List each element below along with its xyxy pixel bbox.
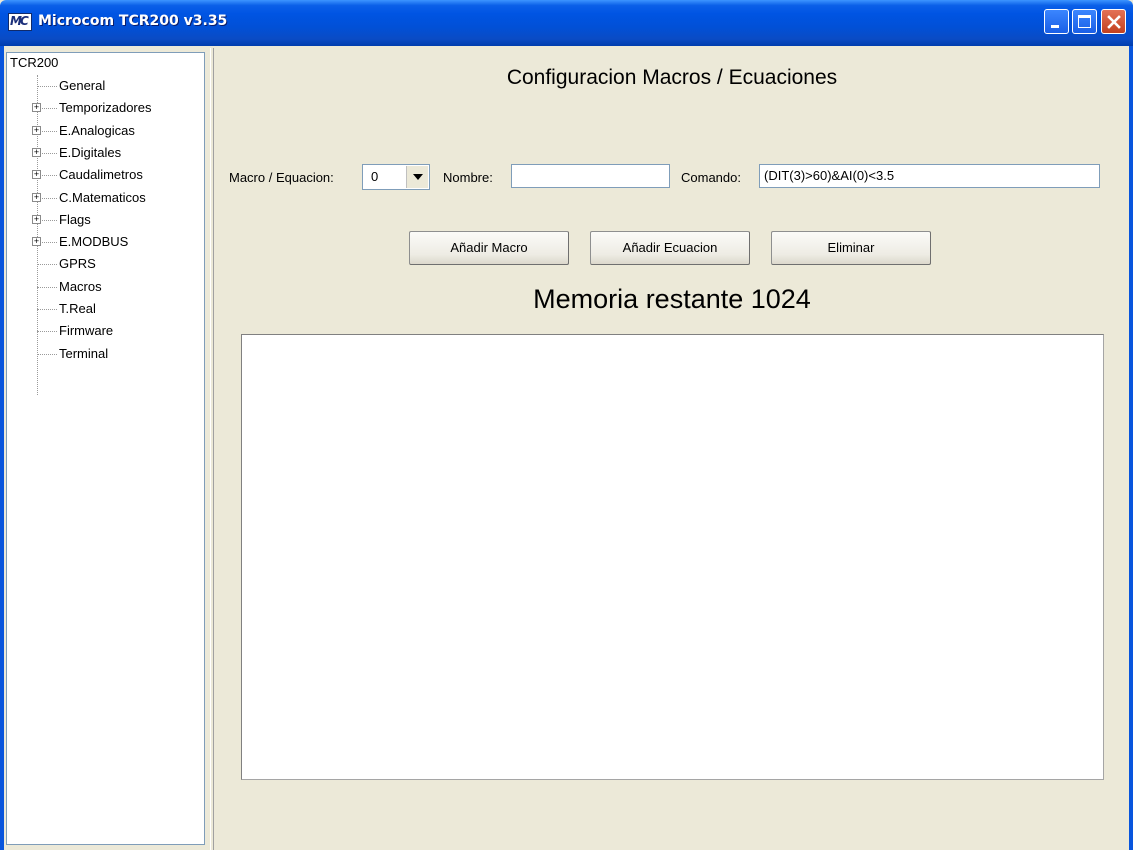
window-title: Microcom TCR200 v3.35: [38, 13, 228, 29]
tree-item-caudalimetros[interactable]: + Caudalimetros: [7, 164, 197, 186]
tree-item-general[interactable]: General: [7, 75, 197, 97]
add-macro-button[interactable]: Añadir Macro: [409, 231, 569, 265]
expand-plus-icon[interactable]: +: [32, 192, 41, 202]
tree-connector-line: [37, 86, 57, 87]
macro-select-value: 0: [371, 169, 379, 184]
comando-input[interactable]: (DIT(3)>60)&AI(0)<3.5: [759, 164, 1100, 188]
tree-item-e-digitales[interactable]: + E.Digitales: [7, 142, 197, 164]
delete-button[interactable]: Eliminar: [771, 231, 931, 265]
tree-item-label: C.Matematicos: [59, 189, 146, 205]
expand-plus-icon[interactable]: +: [32, 214, 41, 224]
tree-item-label: E.Digitales: [59, 144, 122, 160]
tree-item-label: E.Analogicas: [59, 122, 135, 138]
tree-item-e-analogicas[interactable]: + E.Analogicas: [7, 120, 197, 142]
expand-plus-icon[interactable]: +: [32, 103, 41, 113]
nombre-label: Nombre:: [443, 170, 493, 185]
tree-connector-line: [37, 286, 57, 288]
add-equation-button[interactable]: Añadir Ecuacion: [590, 231, 750, 265]
maximize-button[interactable]: [1072, 9, 1097, 34]
tree-item-label: General: [59, 78, 106, 93]
title-bar[interactable]: MC Microcom TCR200 v3.35: [0, 0, 1133, 46]
close-button[interactable]: [1101, 9, 1126, 34]
tree-item-label: Caudalimetros: [59, 167, 143, 183]
tree-item-c-matematicos[interactable]: + C.Matematicos: [7, 187, 197, 209]
tree-item-macros[interactable]: Macros: [7, 276, 197, 298]
tree-item-label: Flags: [59, 211, 91, 227]
tree-item-temporizadores[interactable]: + Temporizadores: [7, 97, 197, 119]
panel-splitter[interactable]: [210, 48, 214, 850]
tree-item-firmware[interactable]: Firmware: [7, 320, 197, 342]
tree-item-label: Macros: [59, 278, 102, 294]
minimize-button[interactable]: [1044, 9, 1069, 34]
close-icon: [1107, 15, 1121, 29]
tree-item-label: Firmware: [59, 323, 114, 339]
tree-item-terminal[interactable]: Terminal: [7, 343, 197, 365]
macros-list-box[interactable]: [241, 334, 1104, 780]
tree-item-label: E.MODBUS: [59, 234, 129, 250]
tree-item-label: Temporizadores: [59, 100, 152, 116]
tree-item-gprs[interactable]: GPRS: [7, 253, 197, 275]
tree-connector-line: [37, 309, 57, 310]
tree-item-t-real[interactable]: T.Real: [7, 298, 197, 320]
tree-item-e-modbus[interactable]: + E.MODBUS: [7, 231, 197, 253]
memory-remaining-text: Memoria restante 1024: [533, 284, 811, 314]
tree-connector-line: [37, 353, 57, 355]
comando-label: Comando:: [681, 170, 741, 185]
tree-item-label: GPRS: [59, 256, 96, 272]
app-logo-text: MC: [10, 14, 29, 28]
tree-connector-line: [37, 331, 57, 333]
tree-item-flags[interactable]: + Flags: [7, 209, 197, 231]
expand-plus-icon[interactable]: +: [32, 147, 41, 157]
expand-plus-icon[interactable]: +: [32, 125, 41, 135]
tree-item-label: Terminal: [59, 345, 109, 361]
macro-select[interactable]: 0: [362, 164, 430, 190]
expand-plus-icon[interactable]: +: [32, 170, 41, 180]
app-logo-icon: MC: [8, 13, 32, 31]
expand-plus-icon[interactable]: +: [32, 237, 41, 247]
tree-root[interactable]: TCR200: [10, 55, 58, 70]
tree-connector-line: [37, 264, 57, 266]
macro-label: Macro / Equacion:: [229, 170, 334, 185]
chevron-down-icon[interactable]: [406, 166, 428, 188]
window-frame-right: [1129, 46, 1133, 850]
nombre-input[interactable]: [511, 164, 670, 188]
tree-item-label: T.Real: [59, 301, 96, 316]
page-title: Configuracion Macros / Ecuaciones: [506, 66, 838, 89]
window-frame-left: [0, 46, 4, 850]
navigation-tree[interactable]: TCR200 General + Temporizadores + E.Analogic…: [6, 52, 205, 845]
